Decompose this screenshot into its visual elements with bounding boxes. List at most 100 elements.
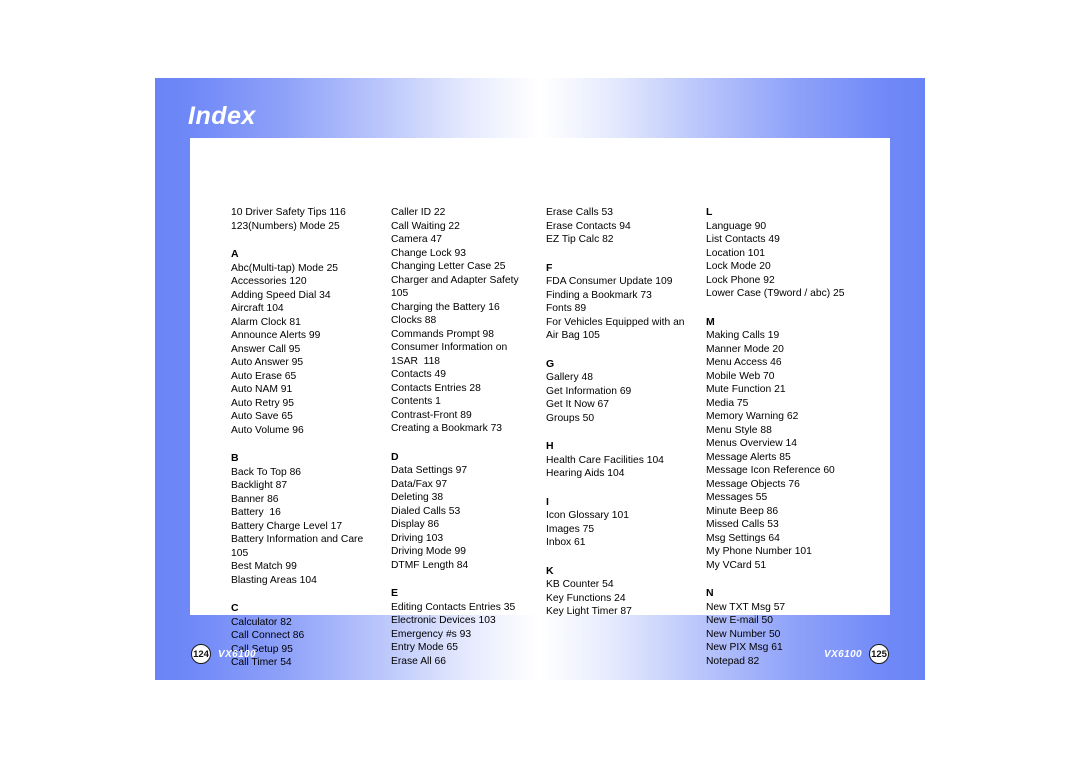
- footer-right: VX6100 125: [824, 644, 889, 664]
- index-entry: Charging the Battery 16: [391, 301, 500, 313]
- index-letter-heading: B: [231, 452, 239, 464]
- index-entry: Entry Mode 65: [391, 642, 458, 653]
- index-entry: Messages 55: [706, 492, 768, 503]
- index-entry: New Number 50: [706, 628, 781, 640]
- index-entry: Health Care Facilities 104: [546, 454, 664, 466]
- index-entry: Manner Mode 20: [706, 343, 784, 355]
- index-letter-heading: D: [391, 450, 399, 463]
- index-entry: Making Calls 19: [706, 330, 780, 341]
- index-letter-heading: G: [546, 357, 555, 370]
- index-entry: Menu Access 46: [706, 357, 782, 368]
- index-entry: Gallery 48: [546, 372, 593, 383]
- index-entry: Battery 16: [231, 507, 281, 518]
- index-entry: List Contacts 49: [706, 234, 780, 245]
- index-letter-heading: K: [546, 564, 554, 577]
- index-entry: Adding Speed Dial 34: [231, 289, 331, 301]
- index-entry: Accessories 120: [231, 276, 307, 287]
- index-entry: Electronic Devices 103: [391, 615, 496, 626]
- index-entry: Message Alerts 85: [706, 451, 791, 463]
- index-entry: Contrast-Front 89: [391, 409, 472, 421]
- index-entry: Data/Fax 97: [391, 478, 448, 490]
- index-entry: Erase All 66: [391, 655, 446, 667]
- index-entry: For Vehicles Equipped with an: [546, 316, 685, 328]
- index-entry: Fonts 89: [546, 303, 587, 314]
- index-entry: Lock Mode 20: [706, 261, 771, 272]
- index-entry: Battery Information and Care: [231, 534, 364, 545]
- index-entry: FDA Consumer Update 109: [546, 276, 673, 287]
- index-entry: Driving 103: [391, 532, 444, 544]
- model-name-label: VX6100: [218, 648, 256, 660]
- index-entry: Msg Settings 64: [706, 532, 780, 544]
- index-entry: Message Icon Reference 60: [706, 465, 835, 476]
- index-entry: 105: [391, 288, 409, 299]
- index-letter-heading: M: [706, 315, 715, 328]
- index-entry: Deleting 38: [391, 492, 444, 503]
- index-entry: Mobile Web 70: [706, 370, 775, 382]
- index-entry: 10 Driver Safety Tips 116: [231, 207, 346, 218]
- index-entry: Clocks 88: [391, 315, 437, 326]
- index-entry: Auto Answer 95: [231, 357, 304, 368]
- index-entry: Battery Charge Level 17: [231, 520, 343, 532]
- index-entry: Announce Alerts 99: [231, 330, 321, 341]
- index-entry: Auto Save 65: [231, 411, 293, 422]
- index-entry: My Phone Number 101: [706, 546, 812, 557]
- index-columns-left: 10 Driver Safety Tips 116 123(Numbers) Mo…: [231, 206, 551, 670]
- index-entry: New E-mail 50: [706, 615, 773, 626]
- index-entry: Mute Function 21: [706, 384, 786, 395]
- index-entry: Icon Glossary 101: [546, 510, 629, 521]
- index-entry: Key Light Timer 87: [546, 606, 632, 617]
- page-number-badge: 125: [869, 644, 889, 664]
- page-right: Erase Calls 53 Erase Contacts 94 EZ Tip Ca…: [540, 78, 925, 680]
- index-entry: Call Waiting 22: [391, 220, 460, 232]
- index-entry: Missed Calls 53: [706, 519, 779, 530]
- index-entry: Charger and Adapter Safety: [391, 274, 519, 286]
- index-entry: Calculator 82: [231, 616, 292, 628]
- index-entry: Menu Style 88: [706, 424, 772, 436]
- index-entry: Banner 86: [231, 493, 279, 505]
- index-letter-heading: N: [706, 587, 714, 599]
- index-entry: 1SAR 118: [391, 355, 441, 367]
- index-entry: Auto Retry 95: [231, 397, 294, 409]
- index-entry: Get It Now 67: [546, 399, 609, 410]
- index-entry: DTMF Length 84: [391, 559, 469, 571]
- index-entry: Lock Phone 92: [706, 274, 775, 286]
- model-name-label: VX6100: [824, 648, 862, 660]
- index-entry: 105: [231, 547, 249, 559]
- index-entry: Answer Call 95: [231, 343, 301, 355]
- index-entry: Hearing Aids 104: [546, 468, 625, 479]
- index-entry: Changing Letter Case 25: [391, 261, 506, 272]
- index-entry: Get Information 69: [546, 385, 632, 397]
- content-card-left: 10 Driver Safety Tips 116 123(Numbers) Mo…: [190, 138, 540, 668]
- index-entry: Change Lock 93: [391, 247, 466, 259]
- footer-left: 124 VX6100: [191, 644, 256, 664]
- index-entry: Location 101: [706, 247, 765, 259]
- index-entry: Commands Prompt 98: [391, 328, 495, 340]
- index-entry: Auto Erase 65: [231, 370, 297, 382]
- page-title: Index: [188, 102, 256, 130]
- index-entry: KB Counter 54: [546, 579, 614, 590]
- index-entry: Key Functions 24: [546, 592, 626, 604]
- index-entry: Display 86: [391, 519, 440, 530]
- index-letter-heading: A: [231, 248, 239, 260]
- index-entry: Memory Warning 62: [706, 411, 799, 422]
- index-entry: Lower Case (T9word / abc) 25: [706, 288, 845, 299]
- index-entry: Data Settings 97: [391, 465, 468, 476]
- manual-index-spread: Index 10 Driver Safety Tips 116 123(Numbe…: [0, 0, 1080, 763]
- index-entry: My VCard 51: [706, 559, 767, 571]
- index-entry: Editing Contacts Entries 35: [391, 601, 516, 613]
- page-left: Index 10 Driver Safety Tips 116 123(Numbe…: [155, 78, 540, 680]
- index-entry: Driving Mode 99: [391, 546, 466, 557]
- index-entry: Erase Calls 53: [546, 207, 613, 218]
- index-entry: Contacts Entries 28: [391, 382, 481, 394]
- index-entry: Aircraft 104: [231, 303, 284, 314]
- index-entry: Call Connect 86: [231, 630, 305, 641]
- index-entry: Emergency #s 93: [391, 628, 472, 640]
- index-entry: Backlight 87: [231, 480, 288, 491]
- index-entry: Abc(Multi-tap) Mode 25: [231, 262, 339, 274]
- index-entry: New TXT Msg 57: [706, 601, 786, 613]
- index-entry: Creating a Bookmark 73: [391, 423, 503, 434]
- index-entry: Media 75: [706, 397, 749, 409]
- index-letter-heading: L: [706, 206, 713, 218]
- index-entry: 123(Numbers) Mode 25: [231, 220, 340, 232]
- index-entry: Auto NAM 91: [231, 384, 293, 395]
